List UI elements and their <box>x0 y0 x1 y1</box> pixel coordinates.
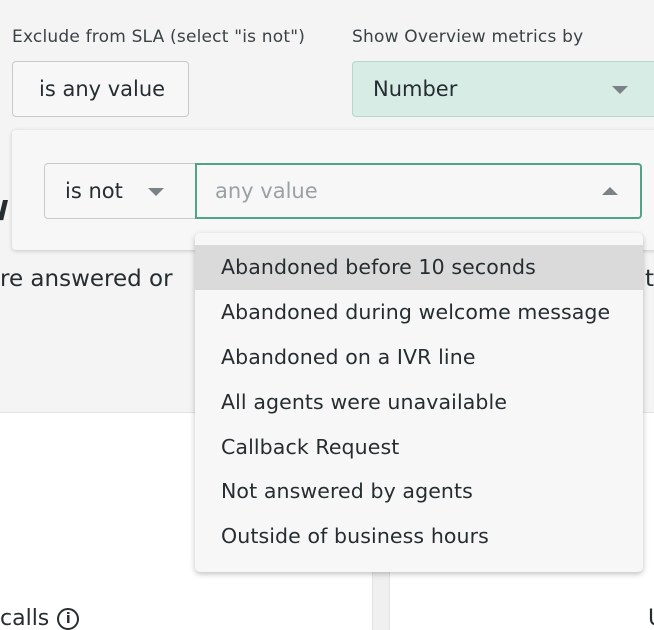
overview-metrics-value: Number <box>373 77 458 101</box>
dropdown-option[interactable]: Not answered by agents <box>195 469 643 514</box>
dropdown-option[interactable]: All agents were unavailable <box>195 379 643 424</box>
value-search-input[interactable] <box>215 179 575 203</box>
operator-select[interactable]: is not <box>44 163 200 219</box>
chevron-down-icon <box>148 188 164 196</box>
exclude-sla-filter-button[interactable]: is any value <box>12 61 189 117</box>
info-icon[interactable]: i <box>57 607 80 630</box>
operator-value: is not <box>65 179 123 203</box>
overview-metrics-label: Show Overview metrics by <box>352 27 584 47</box>
calls-label: calls <box>0 606 50 630</box>
description-text-fragment: re answered or <box>0 266 173 292</box>
chevron-up-icon[interactable] <box>602 187 618 195</box>
dropdown-option[interactable]: Abandoned on a IVR line <box>195 335 643 380</box>
description-text-fragment-right: t <box>645 266 654 292</box>
dropdown-option[interactable]: Abandoned during welcome message <box>195 290 643 335</box>
page-heading-fragment: W <box>0 194 9 227</box>
value-search-field[interactable] <box>195 163 642 219</box>
value-options-dropdown: Abandoned before 10 seconds Abandoned du… <box>195 233 643 572</box>
dropdown-option[interactable]: Abandoned before 10 seconds <box>195 245 643 290</box>
dropdown-option[interactable]: Outside of business hours <box>195 514 643 559</box>
overview-metrics-select[interactable]: Number <box>352 61 654 117</box>
dropdown-option[interactable]: Callback Request <box>195 424 643 469</box>
chevron-down-icon <box>612 86 628 94</box>
right-panel-title-fragment: U <box>648 606 654 630</box>
exclude-sla-value: is any value <box>39 77 166 101</box>
calls-metric-title: calls i <box>0 606 80 630</box>
exclude-sla-label: Exclude from SLA (select "is not") <box>12 27 306 47</box>
